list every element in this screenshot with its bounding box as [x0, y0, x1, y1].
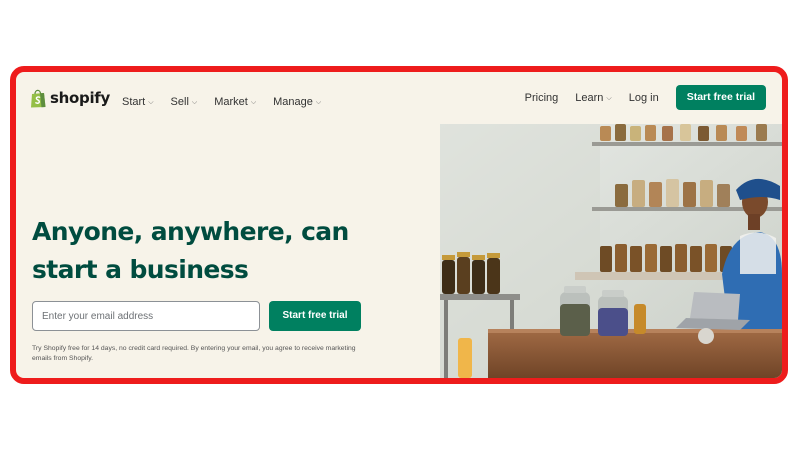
menu-item-market[interactable]: Market ⌵ [214, 96, 256, 108]
menu-item-label: Sell [170, 96, 189, 108]
menu-item-label: Market [214, 96, 248, 108]
trial-disclaimer: Try Shopify free for 14 days, no credit … [32, 345, 356, 362]
highlight-frame: shopify Start ⌵ Sell ⌵ Market ⌵ Manage ⌵… [10, 66, 788, 384]
menu-item-sell[interactable]: Sell ⌵ [171, 96, 198, 108]
top-navigation: shopify Start ⌵ Sell ⌵ Market ⌵ Manage ⌵… [16, 72, 782, 124]
chevron-down-icon: ⌵ [191, 99, 198, 106]
menu-item-label: Start [122, 96, 146, 108]
menu-item-label: Learn [575, 91, 604, 104]
shopping-bag-icon [31, 89, 46, 108]
start-free-trial-button[interactable]: Start free trial [269, 301, 361, 331]
email-input[interactable] [32, 301, 260, 331]
chevron-down-icon: ⌵ [250, 99, 257, 106]
login-link[interactable]: Log in [629, 92, 659, 104]
hero-heading-line-2: start a business [32, 255, 249, 284]
hero-heading-line-1: Anyone, anywhere, can [32, 217, 349, 246]
menu-item-learn[interactable]: Learn ⌵ [575, 92, 611, 104]
right-navigation: Pricing Learn ⌵ Log in Start free trial [525, 85, 766, 110]
menu-item-start[interactable]: Start ⌵ [122, 96, 154, 108]
chevron-down-icon: ⌵ [315, 99, 322, 106]
menu-item-manage[interactable]: Manage ⌵ [273, 96, 321, 108]
main-menu: Start ⌵ Sell ⌵ Market ⌵ Manage ⌵ [122, 96, 321, 108]
hero-heading: Anyone, anywhere, can start a business [32, 213, 349, 289]
pricing-link[interactable]: Pricing [525, 92, 559, 104]
hero-photo [440, 124, 782, 378]
shopify-logo[interactable]: shopify [30, 88, 110, 108]
chevron-down-icon: ⌵ [606, 94, 612, 102]
brand-name: shopify [50, 89, 110, 107]
chevron-down-icon: ⌵ [148, 99, 154, 106]
shop-owner-photo [440, 124, 782, 378]
start-free-trial-nav-button[interactable]: Start free trial [675, 85, 766, 110]
menu-item-label: Manage [273, 96, 313, 108]
